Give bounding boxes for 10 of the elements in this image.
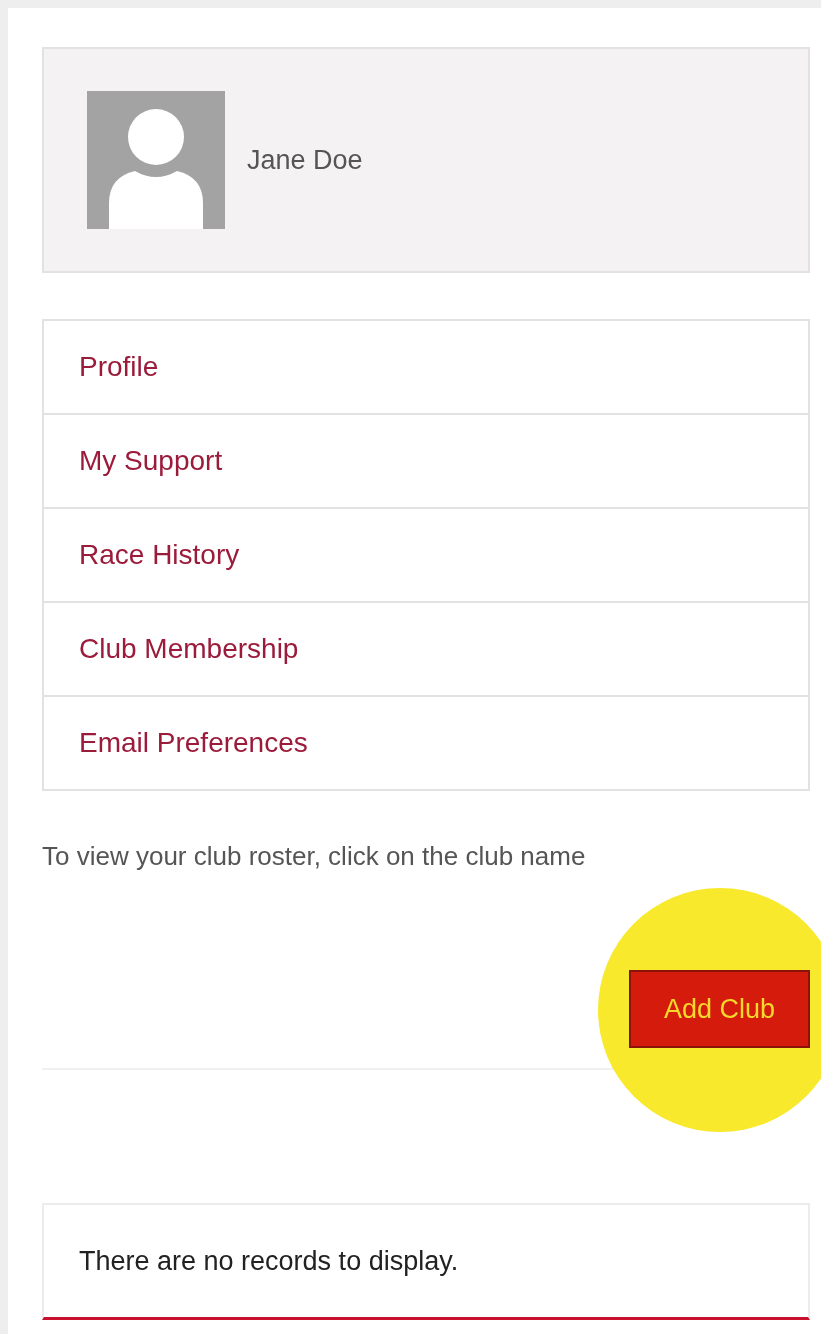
menu-item[interactable]: Club Membership: [44, 601, 808, 695]
roster-hint: To view your club roster, click on the club name: [42, 841, 587, 872]
add-club-button[interactable]: Add Club: [629, 970, 810, 1048]
menu-item[interactable]: Race History: [44, 507, 808, 601]
empty-message: There are no records to display.: [79, 1245, 459, 1277]
menu-item[interactable]: Profile: [44, 321, 808, 413]
avatar-silhouette-icon: [87, 91, 225, 229]
menu-item[interactable]: Email Preferences: [44, 695, 808, 789]
user-name: Jane Doe: [247, 144, 363, 176]
menu-item[interactable]: My Support: [44, 413, 808, 507]
